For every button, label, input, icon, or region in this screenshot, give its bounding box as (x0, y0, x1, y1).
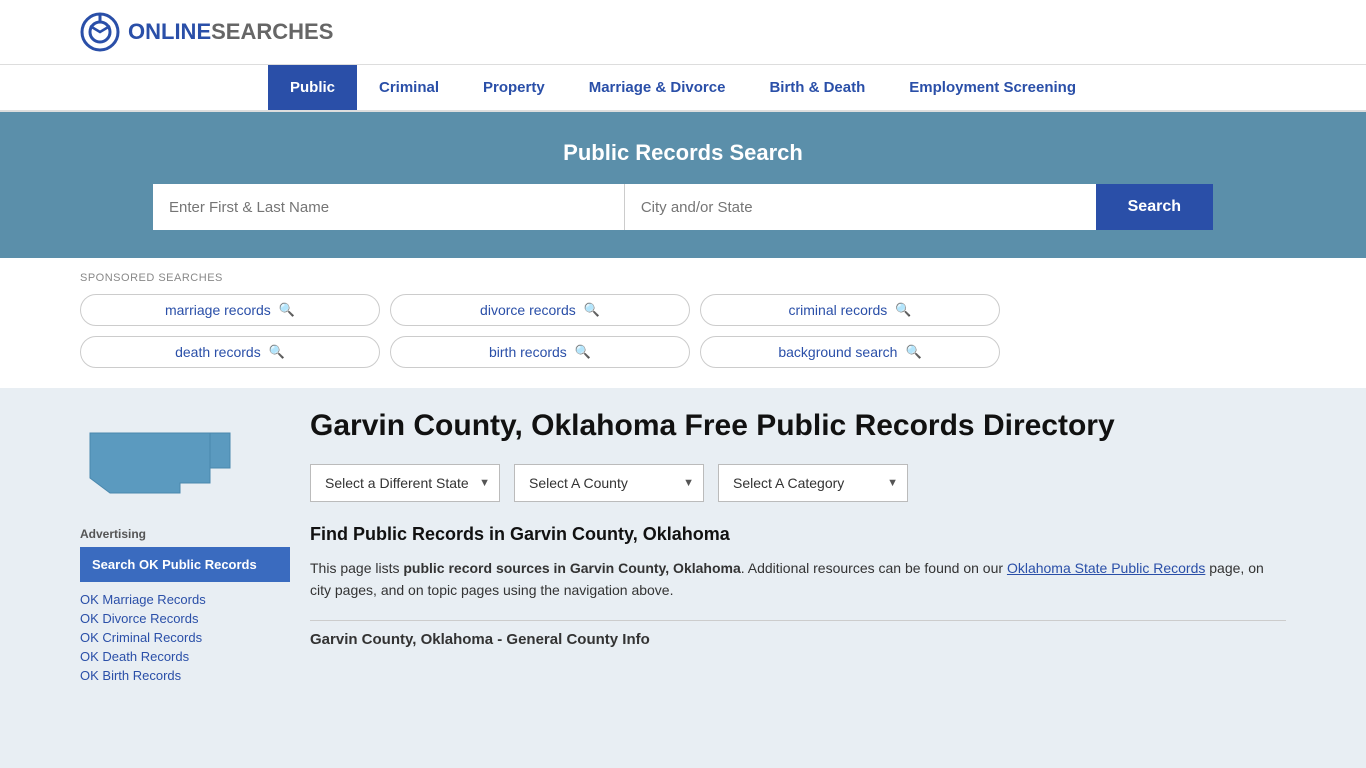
county-dropdown[interactable]: Select A County (514, 464, 704, 502)
logo[interactable]: ONLINESEARCHES (80, 12, 333, 52)
tag-background-search[interactable]: background search 🔍 (700, 336, 1000, 368)
sidebar-link-criminal[interactable]: OK Criminal Records (80, 630, 290, 645)
content-area: Garvin County, Oklahoma Free Public Reco… (310, 408, 1286, 683)
nav-marriage-divorce[interactable]: Marriage & Divorce (567, 65, 748, 110)
oklahoma-records-link[interactable]: Oklahoma State Public Records (1007, 560, 1205, 576)
state-dropdown-wrap: Select a Different State (310, 464, 500, 502)
sponsored-tags: marriage records 🔍 divorce records 🔍 cri… (80, 294, 1286, 368)
oklahoma-map (80, 408, 240, 508)
tag-label: marriage records (165, 302, 271, 318)
tag-label: divorce records (480, 302, 576, 318)
sidebar-ad-box[interactable]: Search OK Public Records (80, 547, 290, 582)
category-dropdown[interactable]: Select A Category (718, 464, 908, 502)
logo-text: ONLINESEARCHES (128, 19, 333, 45)
find-text: This page lists public record sources in… (310, 557, 1286, 602)
sponsored-section: SPONSORED SEARCHES marriage records 🔍 di… (0, 258, 1366, 388)
county-info-heading: Garvin County, Oklahoma - General County… (310, 631, 1286, 648)
nav-employment[interactable]: Employment Screening (887, 65, 1098, 110)
sidebar-link-divorce[interactable]: OK Divorce Records (80, 611, 290, 626)
search-icon: 🔍 (905, 344, 921, 360)
tag-label: death records (175, 344, 261, 360)
sidebar-link-marriage[interactable]: OK Marriage Records (80, 592, 290, 607)
search-icon: 🔍 (584, 302, 600, 318)
tag-birth-records[interactable]: birth records 🔍 (390, 336, 690, 368)
state-dropdown[interactable]: Select a Different State (310, 464, 500, 502)
nav-birth-death[interactable]: Birth & Death (747, 65, 887, 110)
hero-section: Public Records Search Search (0, 112, 1366, 258)
sidebar-link-death[interactable]: OK Death Records (80, 649, 290, 664)
tag-marriage-records[interactable]: marriage records 🔍 (80, 294, 380, 326)
search-icon: 🔍 (279, 302, 295, 318)
sidebar: Advertising Search OK Public Records OK … (80, 408, 290, 683)
logo-icon (80, 12, 120, 52)
main-content: Advertising Search OK Public Records OK … (0, 388, 1366, 703)
nav-property[interactable]: Property (461, 65, 567, 110)
search-icon: 🔍 (895, 302, 911, 318)
tag-death-records[interactable]: death records 🔍 (80, 336, 380, 368)
dropdowns-row: Select a Different State Select A County… (310, 464, 1286, 502)
name-input[interactable] (153, 184, 625, 230)
advertising-label: Advertising (80, 527, 290, 541)
county-dropdown-wrap: Select A County (514, 464, 704, 502)
find-heading: Find Public Records in Garvin County, Ok… (310, 524, 1286, 545)
search-button[interactable]: Search (1096, 184, 1213, 230)
find-text-part1: This page lists (310, 560, 403, 576)
page-title: Garvin County, Oklahoma Free Public Reco… (310, 408, 1286, 444)
find-text-part2: . Additional resources can be found on o… (741, 560, 1007, 576)
sidebar-links: OK Marriage Records OK Divorce Records O… (80, 592, 290, 683)
tag-criminal-records[interactable]: criminal records 🔍 (700, 294, 1000, 326)
sidebar-link-birth[interactable]: OK Birth Records (80, 668, 290, 683)
nav-public[interactable]: Public (268, 65, 357, 110)
search-form: Search (153, 184, 1213, 230)
find-text-bold: public record sources in Garvin County, … (403, 560, 740, 576)
tag-label: criminal records (789, 302, 888, 318)
sponsored-label: SPONSORED SEARCHES (80, 272, 1286, 284)
site-header: ONLINESEARCHES (0, 0, 1366, 65)
section-divider (310, 620, 1286, 621)
nav-criminal[interactable]: Criminal (357, 65, 461, 110)
search-icon: 🔍 (575, 344, 591, 360)
main-nav: Public Criminal Property Marriage & Divo… (0, 65, 1366, 112)
category-dropdown-wrap: Select A Category (718, 464, 908, 502)
tag-divorce-records[interactable]: divorce records 🔍 (390, 294, 690, 326)
hero-title: Public Records Search (80, 140, 1286, 166)
search-icon: 🔍 (269, 344, 285, 360)
city-input[interactable] (625, 184, 1096, 230)
tag-label: background search (778, 344, 897, 360)
tag-label: birth records (489, 344, 567, 360)
